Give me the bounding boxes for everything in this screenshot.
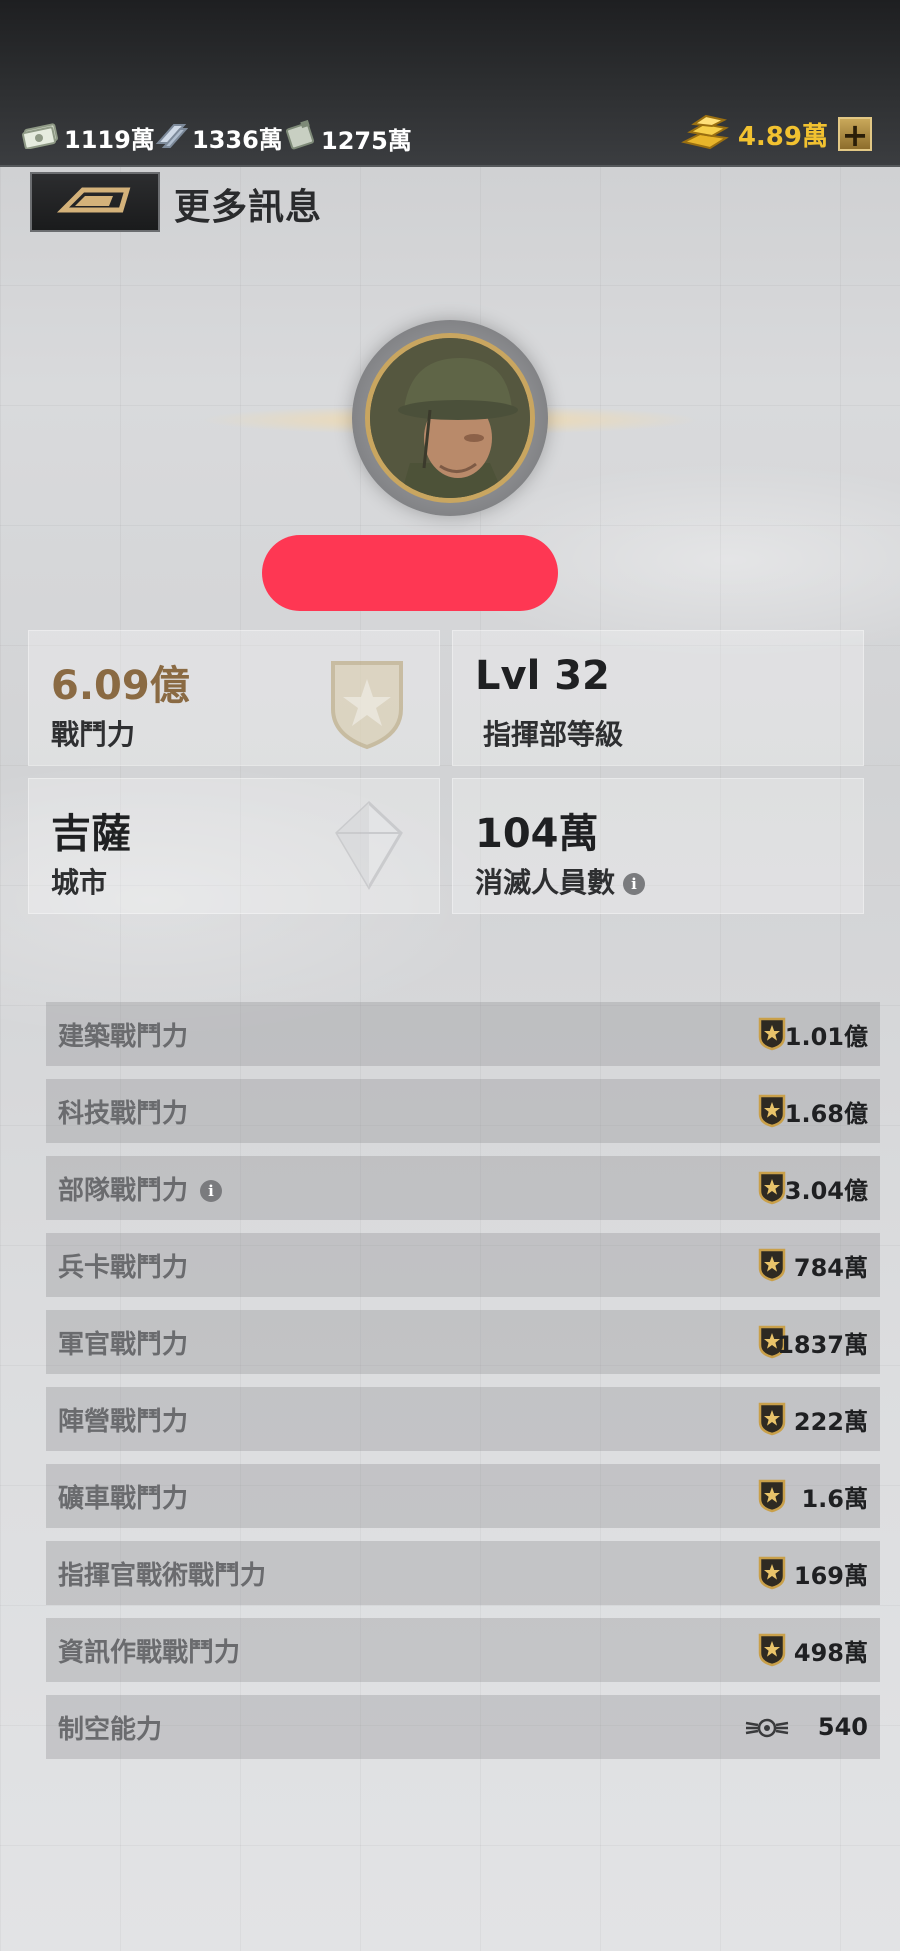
star-shield-icon — [758, 1171, 786, 1209]
avatar-portrait — [365, 333, 535, 503]
kills-value: 104萬 — [475, 811, 599, 857]
row-label: 兵卡戰鬥力 — [58, 1252, 189, 1283]
row-value: 498萬 — [793, 1638, 868, 1667]
power-breakdown-list: 建築戰鬥力 1.01億 科技戰鬥力 1.68億 部隊戰鬥力 i 3.04億 兵卡戰… — [46, 1002, 880, 1772]
gold-bars-icon — [680, 112, 732, 156]
back-arrow-icon — [55, 184, 135, 220]
cash-amount: 1119萬 — [64, 126, 155, 154]
row-label: 礦車戰鬥力 — [58, 1483, 189, 1514]
kills-card[interactable]: 104萬 消滅人員數 i — [452, 778, 864, 914]
gold-resource[interactable]: 4.89萬 + — [680, 112, 872, 156]
row-label: 軍官戰鬥力 — [58, 1329, 189, 1360]
row-value: 540 — [817, 1713, 868, 1741]
city-label: 城市 — [51, 866, 108, 899]
star-shield-icon — [758, 1094, 786, 1132]
oil-amount: 1275萬 — [321, 126, 412, 155]
city-card[interactable]: 吉薩 城市 — [28, 778, 440, 914]
steel-amount: 1336萬 — [192, 126, 283, 154]
winged-target-icon — [744, 1713, 790, 1747]
oil-icon — [283, 119, 317, 156]
steel-icon — [154, 121, 189, 155]
row-label: 科技戰鬥力 — [58, 1098, 189, 1129]
row-value: 1.01億 — [784, 1022, 868, 1051]
star-shield-icon — [758, 1017, 786, 1055]
breakdown-row-officers: 軍官戰鬥力 1837萬 — [46, 1310, 880, 1374]
breakdown-row-camp: 陣營戰鬥力 222萬 — [46, 1387, 880, 1451]
power-value: 6.09億 — [51, 663, 190, 709]
breakdown-row-building: 建築戰鬥力 1.01億 — [46, 1002, 880, 1066]
breakdown-row-air-control: 制空能力 540 — [46, 1695, 880, 1759]
row-label: 資訊作戰戰鬥力 — [58, 1637, 241, 1668]
avatar[interactable] — [352, 320, 548, 516]
kills-label: 消滅人員數 i — [475, 861, 646, 901]
soldier-portrait-icon — [370, 338, 530, 498]
row-value: 784萬 — [793, 1253, 868, 1282]
row-label: 指揮官戰術戰鬥力 — [58, 1560, 267, 1591]
page-title: 更多訊息 — [174, 187, 323, 228]
cash-resource[interactable]: 1119萬 — [22, 120, 155, 155]
hq-level-value: Lvl 32 — [475, 653, 610, 699]
hq-level-card[interactable]: Lvl 32 指揮部等級 — [452, 630, 864, 766]
player-name-redacted — [262, 535, 558, 611]
row-value: 169萬 — [793, 1561, 868, 1590]
row-label: 陣營戰鬥力 — [58, 1406, 189, 1437]
compass-diamond-watermark-icon — [331, 799, 407, 895]
breakdown-row-info-warfare: 資訊作戰戰鬥力 498萬 — [46, 1618, 880, 1682]
add-gold-button[interactable]: + — [838, 117, 872, 151]
oil-resource[interactable]: 1275萬 — [283, 119, 412, 156]
row-value: 222萬 — [793, 1407, 868, 1436]
gold-amount: 4.89萬 — [737, 121, 828, 152]
steel-resource[interactable]: 1336萬 — [154, 120, 283, 155]
row-label: 制空能力 — [58, 1714, 163, 1745]
hq-level-label: 指揮部等級 — [483, 718, 624, 751]
star-shield-icon — [758, 1248, 786, 1286]
cash-icon — [22, 121, 60, 155]
star-shield-icon — [758, 1402, 786, 1440]
row-value: 1.6萬 — [801, 1484, 868, 1513]
power-label: 戰鬥力 — [51, 718, 136, 751]
troops-info-icon[interactable]: i — [200, 1180, 223, 1202]
breakdown-row-technology: 科技戰鬥力 1.68億 — [46, 1079, 880, 1143]
breakdown-row-mine-cart: 礦車戰鬥力 1.6萬 — [46, 1464, 880, 1528]
row-label-text: 部隊戰鬥力 — [58, 1175, 189, 1206]
star-shield-watermark-icon — [327, 655, 407, 755]
row-value: 3.04億 — [784, 1176, 868, 1205]
breakdown-row-unit-cards: 兵卡戰鬥力 784萬 — [46, 1233, 880, 1297]
breakdown-row-commander-tactics: 指揮官戰術戰鬥力 169萬 — [46, 1541, 880, 1605]
breakdown-row-troops: 部隊戰鬥力 i 3.04億 — [46, 1156, 880, 1220]
row-label: 建築戰鬥力 — [58, 1021, 189, 1052]
row-value: 1837萬 — [777, 1330, 868, 1359]
kills-info-icon[interactable]: i — [623, 873, 646, 895]
kills-label-text: 消滅人員數 — [475, 866, 616, 899]
star-shield-icon — [758, 1479, 786, 1517]
power-card[interactable]: 6.09億 戰鬥力 — [28, 630, 440, 766]
row-value: 1.68億 — [784, 1099, 868, 1128]
resource-bar: 1119萬 1336萬 1275萬 4.89萬 + — [0, 0, 900, 167]
star-shield-icon — [758, 1556, 786, 1594]
star-shield-icon — [758, 1633, 786, 1671]
row-label: 部隊戰鬥力 i — [58, 1170, 223, 1207]
city-value: 吉薩 — [51, 811, 131, 857]
back-button[interactable] — [30, 172, 160, 232]
